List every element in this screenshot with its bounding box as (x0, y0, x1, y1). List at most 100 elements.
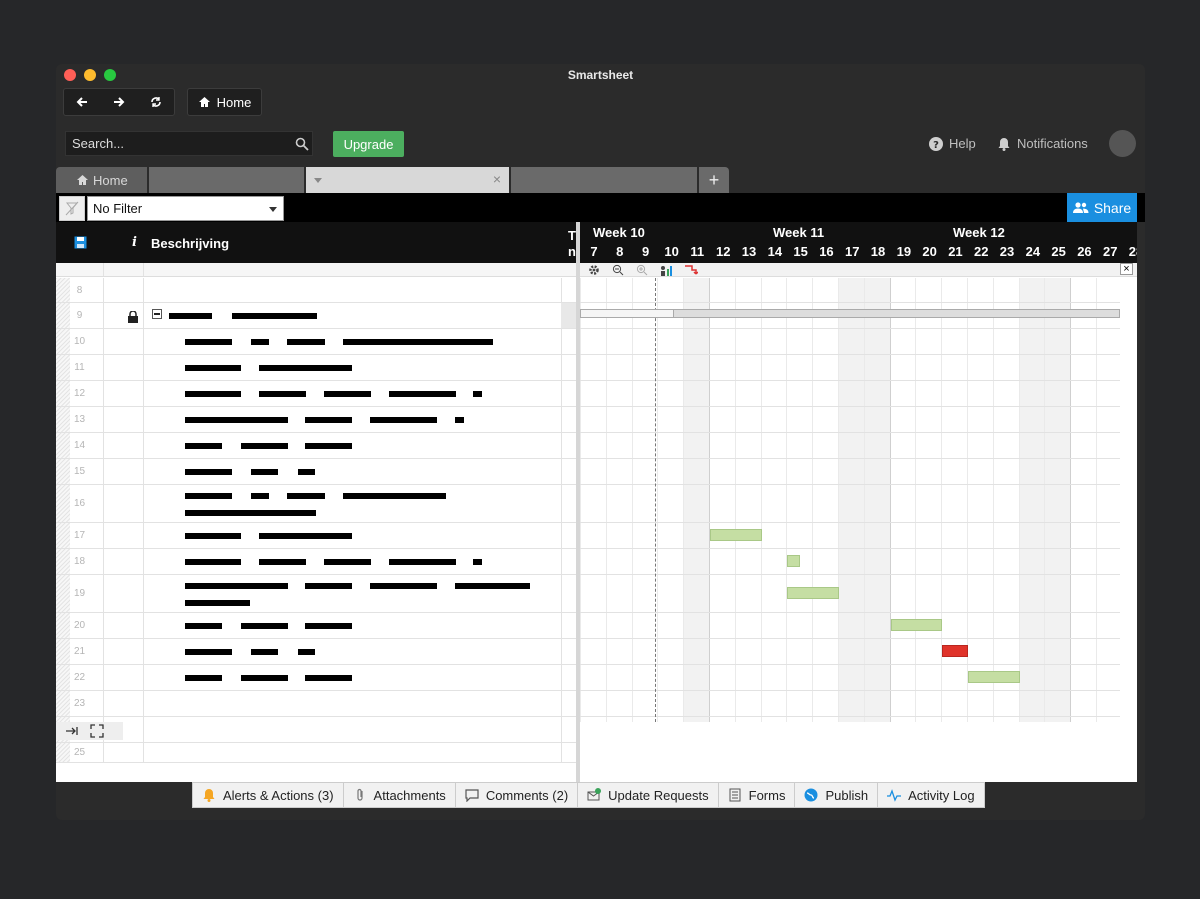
zoom-in-icon[interactable] (636, 264, 648, 276)
home-button[interactable]: Home (187, 88, 262, 116)
info-column-header[interactable]: i (132, 235, 137, 250)
search-icon[interactable] (295, 137, 309, 151)
tab-fourth[interactable] (511, 167, 697, 193)
gantt-task-bar[interactable] (942, 645, 968, 657)
gantt-chart-body (580, 278, 1120, 722)
filter-select[interactable]: No Filter (87, 196, 284, 221)
redacted-text (389, 559, 456, 565)
avatar[interactable] (1109, 130, 1136, 157)
gantt-day-label: 25 (1051, 244, 1066, 259)
gantt-task-bar[interactable] (787, 587, 839, 599)
users-icon (1072, 201, 1089, 213)
table-row[interactable]: 22 (56, 665, 580, 691)
tab-active-sheet[interactable]: × (306, 167, 509, 193)
table-row[interactable]: 20 (56, 613, 580, 639)
forms-label: Forms (748, 787, 786, 803)
upgrade-button[interactable]: Upgrade (333, 131, 404, 157)
refresh-button[interactable] (137, 89, 174, 115)
row-t-cell[interactable] (561, 303, 576, 328)
critical-path-icon[interactable] (684, 264, 698, 276)
comment-icon (465, 789, 479, 802)
table-row[interactable]: 13 (56, 407, 580, 433)
table-row[interactable]: 10 (56, 329, 580, 355)
resource-view-icon[interactable] (660, 264, 674, 276)
table-row[interactable]: 11 (56, 355, 580, 381)
table-row[interactable]: 24 (56, 717, 580, 743)
table-row[interactable]: 18 (56, 549, 580, 575)
table-row[interactable]: 21 (56, 639, 580, 665)
redacted-text (305, 417, 352, 423)
redacted-text (185, 583, 288, 589)
tab-second[interactable] (149, 167, 304, 193)
search-input[interactable]: Search... (65, 131, 313, 156)
tab-home[interactable]: Home (56, 167, 147, 193)
redacted-text (287, 493, 325, 499)
gantt-day-label: 20 (922, 244, 937, 259)
notifications-button[interactable]: Notifications (997, 136, 1088, 151)
attachments-button[interactable]: Attachments (344, 783, 456, 807)
gantt-day-label: 14 (767, 244, 783, 259)
alerts-actions-button[interactable]: Alerts & Actions (3) (193, 783, 344, 807)
activity-log-button[interactable]: Activity Log (878, 783, 983, 807)
gantt-day-label: 23 (999, 244, 1015, 259)
save-icon[interactable] (74, 236, 87, 249)
gantt-task-bar[interactable] (890, 619, 943, 631)
redacted-text (185, 623, 222, 629)
table-row[interactable]: 15 (56, 459, 580, 485)
share-button[interactable]: Share (1067, 193, 1137, 222)
update-requests-label: Update Requests (608, 787, 709, 803)
table-row[interactable]: 23 (56, 691, 580, 717)
table-row[interactable]: 8 (56, 278, 580, 303)
indent-arrow-icon[interactable] (65, 725, 79, 737)
table-row[interactable]: 16 (56, 485, 580, 523)
zoom-out-icon[interactable] (612, 264, 624, 276)
gantt-grid-line (709, 278, 710, 722)
refresh-icon (150, 97, 161, 107)
redacted-text (251, 469, 278, 475)
collapse-icon[interactable] (152, 309, 162, 319)
redacted-text (185, 493, 232, 499)
gear-icon[interactable] (588, 264, 600, 276)
row-number: 15 (73, 466, 86, 477)
t-column-header[interactable]: T (568, 228, 576, 243)
gantt-day-label: 18 (870, 244, 886, 259)
gantt-task-bar[interactable] (787, 555, 801, 567)
table-row[interactable]: 17 (56, 523, 580, 549)
bell-icon (203, 789, 215, 802)
gantt-grid-line (889, 278, 891, 722)
forms-button[interactable]: Forms (719, 783, 796, 807)
table-row[interactable]: 19 (56, 575, 580, 613)
redacted-text (185, 510, 316, 516)
table-row[interactable]: 9 (56, 303, 580, 329)
table-row[interactable]: 14 (56, 433, 580, 459)
close-icon[interactable]: × (1120, 263, 1133, 275)
gantt-row-line (580, 612, 1120, 613)
filter-toggle-icon[interactable] (59, 196, 85, 221)
close-icon[interactable]: × (493, 171, 501, 187)
comments-button[interactable]: Comments (2) (456, 783, 579, 807)
gantt-day-label: 27 (1103, 244, 1118, 259)
redacted-text (389, 391, 456, 397)
gantt-day-label: 15 (793, 244, 808, 259)
back-button[interactable] (64, 89, 101, 115)
beschrijving-column-header[interactable]: Beschrijving (151, 236, 229, 251)
table-row[interactable]: 25 (56, 743, 580, 763)
redacted-text (185, 469, 232, 475)
row-number: 10 (73, 336, 86, 347)
help-button[interactable]: ? Help (929, 136, 976, 151)
add-tab-button[interactable]: + (699, 167, 729, 193)
publish-button[interactable]: Publish (795, 783, 879, 807)
forward-button[interactable] (101, 89, 138, 115)
redacted-text (185, 533, 241, 539)
gantt-grid-line (786, 278, 788, 722)
gantt-task-bar[interactable] (710, 529, 762, 541)
row-number: 25 (73, 747, 86, 758)
gantt-day-label: 9 (641, 244, 650, 259)
chevron-down-icon[interactable] (314, 178, 322, 183)
fullscreen-icon[interactable] (90, 724, 104, 738)
gantt-day-label: 22 (974, 244, 989, 259)
gantt-task-bar[interactable] (968, 671, 1020, 683)
table-row[interactable]: 12 (56, 381, 580, 407)
app-window: Smartsheet Home Search... Upgrade ? Help… (56, 64, 1145, 820)
update-requests-button[interactable]: Update Requests (578, 783, 719, 807)
